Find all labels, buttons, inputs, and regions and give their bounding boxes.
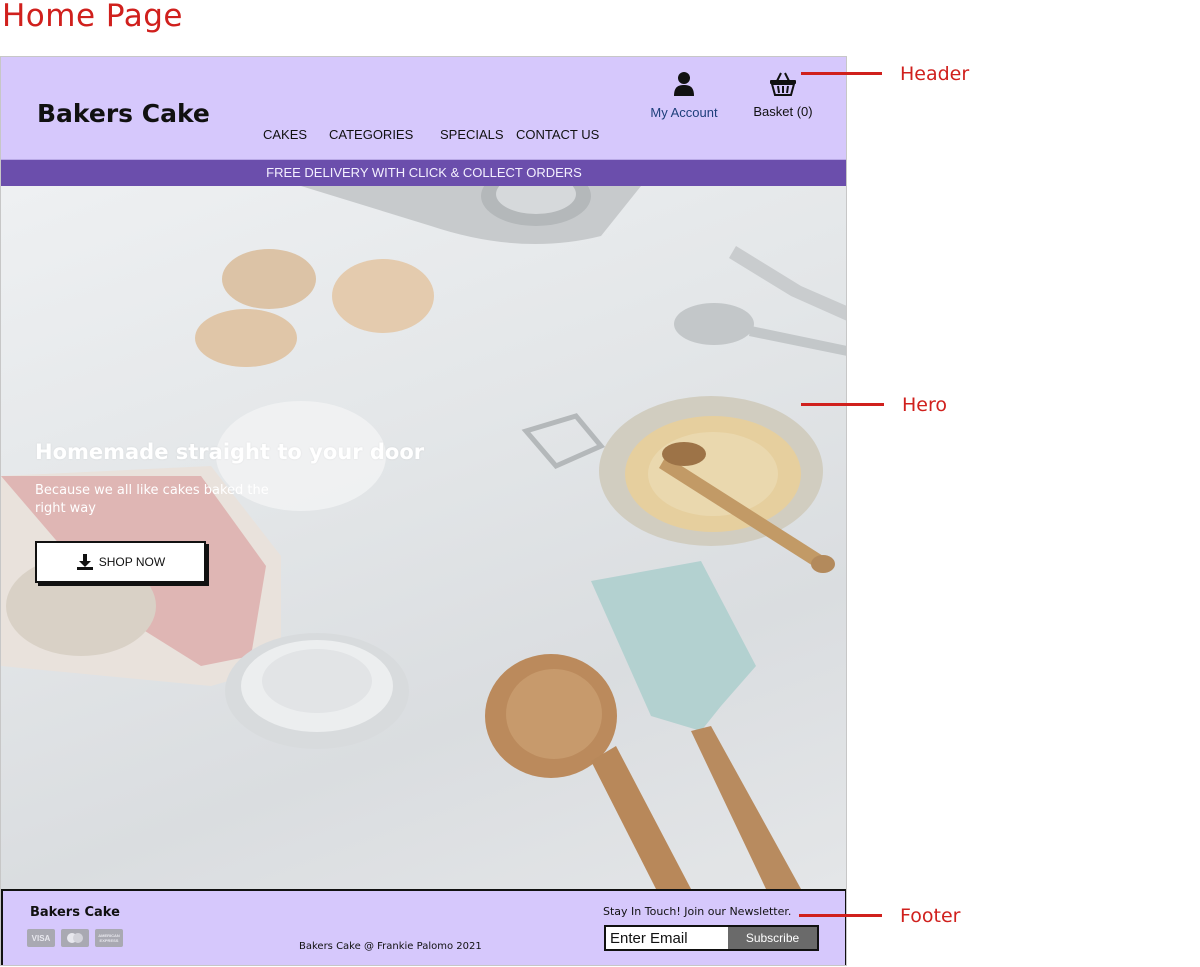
- download-icon: [76, 554, 93, 570]
- page-label: Home Page: [2, 0, 183, 34]
- hero-subtitle: Because we all like cakes baked the righ…: [35, 483, 269, 516]
- hero-background-image: [1, 186, 846, 889]
- header-annotation-label: Header: [900, 63, 970, 85]
- nav-item-categories[interactable]: CATEGORIES: [329, 127, 413, 142]
- hero-title: Homemade straight to your door: [35, 440, 425, 464]
- hero-annotation-label: Hero: [902, 394, 947, 416]
- page-frame: Bakers Cake CAKES CATEGORIES SPECIALS CO…: [0, 56, 847, 966]
- visa-card-icon: VISA: [27, 929, 55, 947]
- shop-now-label: SHOP NOW: [98, 555, 166, 569]
- mastercard-icon: [61, 929, 89, 947]
- basket-icon: [770, 72, 796, 96]
- nav-item-specials[interactable]: SPECIALS: [440, 127, 504, 142]
- site-logo[interactable]: Bakers Cake: [37, 99, 210, 128]
- footer-annotation-label: Footer: [900, 905, 961, 927]
- hero-section: Homemade straight to your door Because w…: [1, 186, 846, 889]
- my-account-link[interactable]: My Account: [643, 71, 725, 120]
- basket-label: Basket (0): [753, 104, 813, 119]
- my-account-label: My Account: [650, 105, 718, 120]
- user-icon: [674, 72, 694, 96]
- hero-annotation-line: [801, 403, 884, 406]
- copyright-text: Bakers Cake @ Frankie Palomo 2021: [299, 941, 482, 952]
- newsletter-form: Subscribe: [604, 925, 819, 951]
- amex-label: AMERICAN EXPRESS: [98, 933, 120, 943]
- footer-brand: Bakers Cake: [30, 905, 120, 920]
- footer-annotation-line: [799, 914, 882, 917]
- visa-label: VISA: [31, 933, 51, 943]
- newsletter-label: Stay In Touch! Join our Newsletter.: [603, 905, 792, 918]
- amex-card-icon: AMERICAN EXPRESS: [95, 929, 123, 947]
- email-input[interactable]: [606, 927, 728, 949]
- header: Bakers Cake CAKES CATEGORIES SPECIALS CO…: [1, 57, 846, 160]
- payment-cards: VISA AMERICAN EXPRESS: [27, 929, 123, 947]
- delivery-banner: FREE DELIVERY WITH CLICK & COLLECT ORDER…: [1, 160, 846, 186]
- basket-link[interactable]: Basket (0): [745, 71, 821, 119]
- footer: Bakers Cake VISA AMERICAN EXPRESS Bakers…: [1, 889, 846, 965]
- nav-item-contact-us[interactable]: CONTACT US: [516, 127, 599, 142]
- nav-item-cakes[interactable]: CAKES: [263, 127, 307, 142]
- header-annotation-line: [801, 72, 882, 75]
- shop-now-button[interactable]: SHOP NOW: [35, 541, 206, 583]
- subscribe-button[interactable]: Subscribe: [728, 927, 817, 949]
